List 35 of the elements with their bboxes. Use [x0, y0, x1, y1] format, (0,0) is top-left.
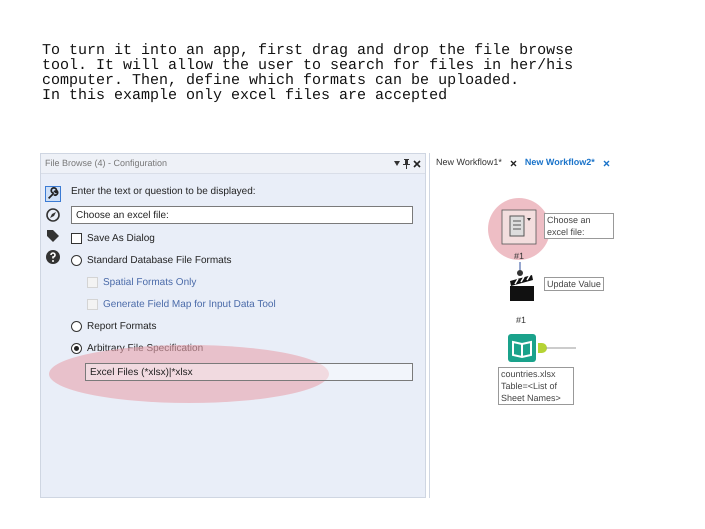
book-icon[interactable]	[507, 333, 537, 363]
clapperboard-icon[interactable]	[507, 273, 537, 303]
node-annotation: Update Value	[544, 277, 604, 291]
wrench-icon[interactable]	[45, 186, 61, 202]
workflow-tab[interactable]: New Workflow2*	[524, 156, 595, 170]
radio-button[interactable]	[71, 321, 82, 332]
output-anchor-icon	[538, 343, 576, 353]
checkbox[interactable]	[71, 233, 82, 244]
panel-title: File Browse (4) - Configuration	[45, 156, 168, 170]
tag-icon[interactable]	[45, 228, 61, 244]
checkbox-label: Save As Dialog	[87, 232, 155, 246]
workflow-tab[interactable]: New Workflow1*	[436, 156, 502, 170]
radio-button[interactable]	[71, 343, 82, 354]
text-field[interactable]: Excel Files (*xlsx)|*xlsx	[85, 363, 413, 381]
radio-button[interactable]	[71, 255, 82, 266]
caption-text: To turn it into an app, first drag and drop the file browse tool. It will allow the user to search for files in her/his computer. Then, define which formats can be uploaded. In this example only excel files are accepted	[42, 43, 574, 103]
radio-label: Report Formats	[87, 320, 156, 334]
radio-label: Standard Database File Formats	[87, 254, 232, 268]
close-icon[interactable]	[510, 160, 517, 166]
node-annotation: countries.xlsx Table=<List of Sheet Names>	[498, 367, 574, 405]
dropdown-icon[interactable]	[394, 161, 400, 166]
connector-line	[516, 262, 524, 277]
node-number: #1	[516, 315, 526, 325]
close-icon[interactable]	[413, 160, 421, 168]
checkbox-label: Spatial Formats Only	[103, 276, 196, 290]
radio-label: Arbitrary File Specification	[87, 342, 204, 356]
checkbox-label: Generate Field Map for Input Data Tool	[103, 298, 276, 312]
help-icon[interactable]	[45, 249, 61, 265]
compass-icon[interactable]	[45, 207, 61, 223]
text-field[interactable]: Choose an excel file:	[71, 206, 413, 224]
node-number: #1	[514, 251, 524, 261]
file-browse-tool-icon[interactable]	[500, 208, 538, 246]
prompt-label: Enter the text or question to be displayed:	[71, 185, 257, 199]
node-annotation: Choose an excel file:	[544, 213, 614, 239]
pin-icon[interactable]	[403, 158, 410, 168]
